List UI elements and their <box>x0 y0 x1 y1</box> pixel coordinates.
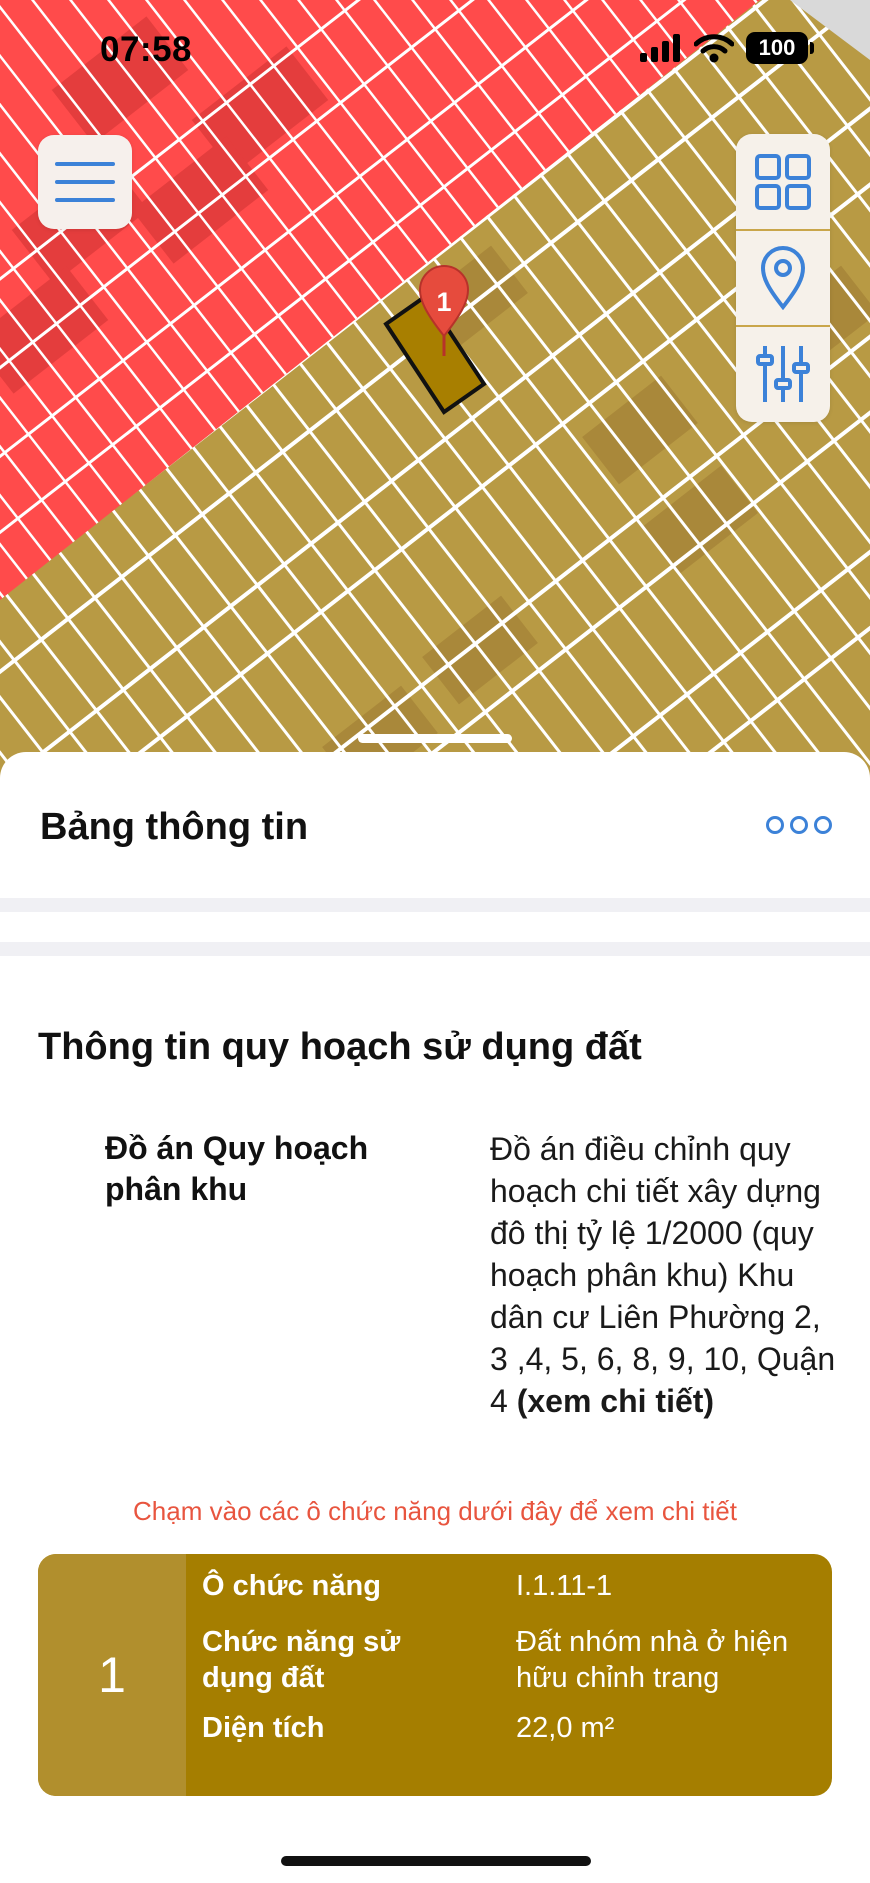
function-row-value: 22,0 m² <box>516 1712 615 1744</box>
menu-button[interactable] <box>38 135 132 229</box>
function-card[interactable]: 1 Ô chức năng I.1.11-1 Chức năng sử dụng… <box>38 1554 832 1796</box>
grid-layers-icon <box>755 154 811 210</box>
tap-hint: Chạm vào các ô chức năng dưới đây để xem… <box>133 1496 737 1526</box>
hamburger-menu-icon-line <box>55 180 115 184</box>
function-index: 1 <box>38 1554 186 1796</box>
location-pin-icon <box>760 246 806 310</box>
status-icons: 100 <box>640 32 814 64</box>
function-row-label: Diện tích <box>202 1712 325 1744</box>
planning-value-text: Đồ án điều chỉnh quy hoạch chi tiết xây … <box>490 1131 836 1419</box>
more-options-button[interactable] <box>766 816 832 834</box>
more-dots-icon-dot <box>790 816 808 834</box>
home-indicator <box>281 1856 591 1866</box>
section-divider <box>0 898 870 912</box>
function-row-label: Chức năng sử dụng đất <box>202 1626 401 1694</box>
planning-label: Đồ án Quy hoạch phân khu <box>105 1130 369 1207</box>
section-divider <box>0 942 870 956</box>
function-row-value: I.1.11-1 <box>516 1570 613 1602</box>
battery-indicator: 100 <box>746 32 814 64</box>
marker-label: 1 <box>436 287 451 317</box>
planning-value: Đồ án điều chỉnh quy hoạch chi tiết xây … <box>490 1128 840 1422</box>
function-row-value: Đất nhóm nhà ở hiện hữu chỉnh trang <box>516 1626 789 1694</box>
map-tool-stack <box>736 134 830 422</box>
function-row-label: Ô chức năng <box>202 1570 381 1602</box>
hamburger-menu-icon <box>55 162 115 166</box>
more-dots-icon <box>766 816 784 834</box>
sheet-grabber[interactable] <box>358 734 512 743</box>
status-bar: 07:58 100 <box>0 0 870 100</box>
planning-section-title: Thông tin quy hoạch sử dụng đất <box>38 1026 642 1068</box>
status-time: 07:58 <box>100 30 193 69</box>
filter-button[interactable] <box>736 326 830 422</box>
location-button[interactable] <box>736 230 830 326</box>
layers-button[interactable] <box>736 134 830 230</box>
wifi-icon <box>694 34 734 63</box>
cellular-signal-icon <box>640 34 680 62</box>
hamburger-menu-icon-line <box>55 198 115 202</box>
more-dots-icon-dot <box>814 816 832 834</box>
filter-sliders-icon <box>756 346 810 402</box>
sheet-title: Bảng thông tin <box>40 806 309 848</box>
sheet-header: Bảng thông tin <box>0 752 870 898</box>
view-detail-link[interactable]: (xem chi tiết) <box>517 1383 714 1419</box>
info-sheet: Bảng thông tin Thông tin quy hoạch sử dụ… <box>0 752 870 1883</box>
